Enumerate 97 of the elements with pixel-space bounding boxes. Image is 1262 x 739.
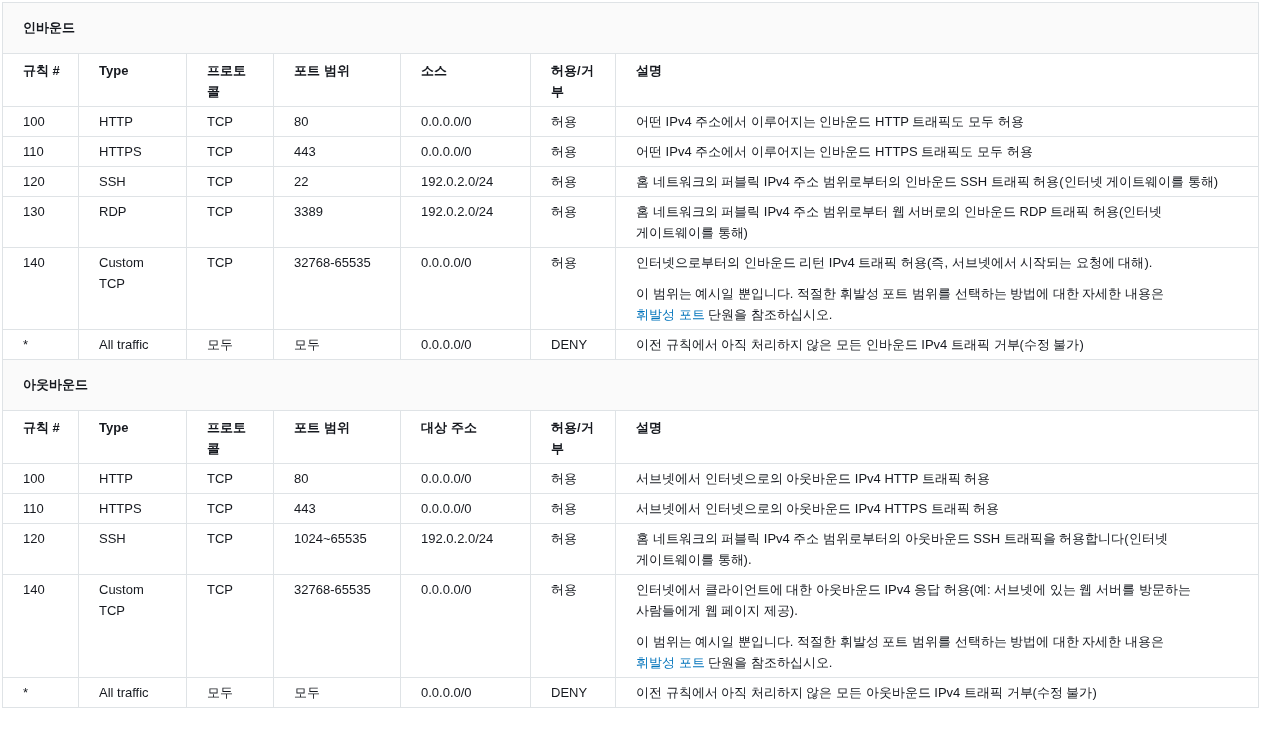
table-cell: Custom TCP xyxy=(78,574,187,678)
table-cell: TCP xyxy=(186,106,274,137)
table-cell: HTTPS xyxy=(78,136,187,167)
table-cell: DENY xyxy=(530,329,616,360)
table-cell: 모두 xyxy=(186,677,274,708)
table-cell: TCP xyxy=(186,247,274,330)
table-cell: 140 xyxy=(2,574,79,678)
column-header: 규칙 # xyxy=(2,410,79,464)
table-cell: 110 xyxy=(2,136,79,167)
table-cell: All traffic xyxy=(78,329,187,360)
section-header: 아웃바운드 xyxy=(2,359,1259,411)
table-cell: 443 xyxy=(273,493,401,524)
column-header: Type xyxy=(78,53,187,107)
table-cell: 120 xyxy=(2,166,79,197)
table-cell: 100 xyxy=(2,106,79,137)
table-cell: 허용 xyxy=(530,106,616,137)
column-header: 허용/거부 xyxy=(530,53,616,107)
table-cell: * xyxy=(2,677,79,708)
table-cell: 모두 xyxy=(186,329,274,360)
link[interactable]: 휘발성 포트 xyxy=(636,655,705,670)
table-cell: 0.0.0.0/0 xyxy=(400,463,531,494)
table-cell: 0.0.0.0/0 xyxy=(400,493,531,524)
table-cell: 허용 xyxy=(530,247,616,330)
description-text: 이 범위는 예시일 뿐입니다. 적절한 휘발성 포트 범위를 선택하는 방법에 대한 자세한 내용은 휘발성 포트 단원을 참조하십시오. xyxy=(636,285,1165,324)
description-text: 인터넷으로부터의 인바운드 리턴 IPv4 트래픽 허용(즉, 서브넷에서 시작되는 요청에 대해). xyxy=(636,254,1154,272)
table-cell: TCP xyxy=(186,463,274,494)
description-text: 이전 규칙에서 아직 처리하지 않은 모든 인바운드 IPv4 트래픽 거부(수정 불가) xyxy=(636,336,1085,354)
description-text: 이 범위는 예시일 뿐입니다. 적절한 휘발성 포트 범위를 선택하는 방법에 대한 자세한 내용은 휘발성 포트 단원을 참조하십시오. xyxy=(636,633,1165,672)
column-header: 소스 xyxy=(400,53,531,107)
table-cell: 120 xyxy=(2,523,79,575)
table-cell: HTTPS xyxy=(78,493,187,524)
column-header: 규칙 # xyxy=(2,53,79,107)
table-cell: 140 xyxy=(2,247,79,330)
column-header: 대상 주소 xyxy=(400,410,531,464)
table-cell: 80 xyxy=(273,106,401,137)
table-cell: 32768-65535 xyxy=(273,247,401,330)
description-text: 서브넷에서 인터넷으로의 아웃바운드 IPv4 HTTPS 트래픽 허용 xyxy=(636,500,1001,518)
table-cell: 130 xyxy=(2,196,79,248)
table-cell: 192.0.2.0/24 xyxy=(400,523,531,575)
link[interactable]: 휘발성 포트 xyxy=(636,307,705,322)
table-cell: 0.0.0.0/0 xyxy=(400,677,531,708)
column-header: 프로토콜 xyxy=(186,410,274,464)
description-text: 서브넷에서 인터넷으로의 아웃바운드 IPv4 HTTP 트래픽 허용 xyxy=(636,470,992,488)
table-cell: SSH xyxy=(78,166,187,197)
table-cell: HTTP xyxy=(78,463,187,494)
description-text: 홈 네트워크의 퍼블릭 IPv4 주소 범위로부터의 아웃바운드 SSH 트래픽을 허용합니다(인터넷 게이트웨이를 통해). xyxy=(636,530,1169,569)
description-text: 홈 네트워크의 퍼블릭 IPv4 주소 범위로부터의 인바운드 SSH 트래픽 허용(인터넷 게이트웨이를 통해) xyxy=(636,173,1220,191)
table-cell: 32768-65535 xyxy=(273,574,401,678)
table-cell: Custom TCP xyxy=(78,247,187,330)
column-header: 포트 범위 xyxy=(273,410,401,464)
table-cell: TCP xyxy=(186,523,274,575)
description-text: 어떤 IPv4 주소에서 이루어지는 인바운드 HTTP 트래픽도 모두 허용 xyxy=(636,113,1025,131)
table-cell: 0.0.0.0/0 xyxy=(400,136,531,167)
description-text: 인터넷에서 클라이언트에 대한 아웃바운드 IPv4 응답 허용(예: 서브넷에 있는 웹 서버를 방문하는 사람들에게 웹 페이지 제공). xyxy=(636,581,1192,620)
column-header: 포트 범위 xyxy=(273,53,401,107)
table-cell: TCP xyxy=(186,196,274,248)
table-cell: 허용 xyxy=(530,523,616,575)
table-cell: 80 xyxy=(273,463,401,494)
table-cell: 허용 xyxy=(530,463,616,494)
column-header: 프로토콜 xyxy=(186,53,274,107)
table-cell: DENY xyxy=(530,677,616,708)
table-cell: 1024~65535 xyxy=(273,523,401,575)
table-cell: 443 xyxy=(273,136,401,167)
description-text: 홈 네트워크의 퍼블릭 IPv4 주소 범위로부터 웹 서버로의 인바운드 RDP 트래픽 허용(인터넷 게이트웨이를 통해) xyxy=(636,203,1164,242)
table-cell: 허용 xyxy=(530,574,616,678)
table-cell: 100 xyxy=(2,463,79,494)
section-header: 인바운드 xyxy=(2,2,1259,54)
table-cell: 0.0.0.0/0 xyxy=(400,329,531,360)
table-cell: RDP xyxy=(78,196,187,248)
description-text: 이전 규칙에서 아직 처리하지 않은 모든 아웃바운드 IPv4 트래픽 거부(수정 불가) xyxy=(636,684,1098,702)
column-header: 설명 xyxy=(615,410,1259,464)
table-cell: All traffic xyxy=(78,677,187,708)
column-header: 설명 xyxy=(615,53,1259,107)
table-cell: 0.0.0.0/0 xyxy=(400,574,531,678)
table-cell: 0.0.0.0/0 xyxy=(400,247,531,330)
table-cell: 허용 xyxy=(530,493,616,524)
table-cell: 110 xyxy=(2,493,79,524)
table-cell: 모두 xyxy=(273,677,401,708)
table-cell: TCP xyxy=(186,136,274,167)
table-cell: 모두 xyxy=(273,329,401,360)
table-cell: TCP xyxy=(186,493,274,524)
table-cell: 0.0.0.0/0 xyxy=(400,106,531,137)
table-cell: 3389 xyxy=(273,196,401,248)
table-cell: 허용 xyxy=(530,166,616,197)
table-cell: * xyxy=(2,329,79,360)
table-cell: 허용 xyxy=(530,136,616,167)
table-cell: HTTP xyxy=(78,106,187,137)
table-cell: 허용 xyxy=(530,196,616,248)
table-cell: SSH xyxy=(78,523,187,575)
column-header: Type xyxy=(78,410,187,464)
table-cell: 192.0.2.0/24 xyxy=(400,196,531,248)
description-text: 어떤 IPv4 주소에서 이루어지는 인바운드 HTTPS 트래픽도 모두 허용 xyxy=(636,143,1034,161)
table-cell: 192.0.2.0/24 xyxy=(400,166,531,197)
table-cell: TCP xyxy=(186,166,274,197)
column-header: 허용/거부 xyxy=(530,410,616,464)
table-cell: 22 xyxy=(273,166,401,197)
table-cell: TCP xyxy=(186,574,274,678)
